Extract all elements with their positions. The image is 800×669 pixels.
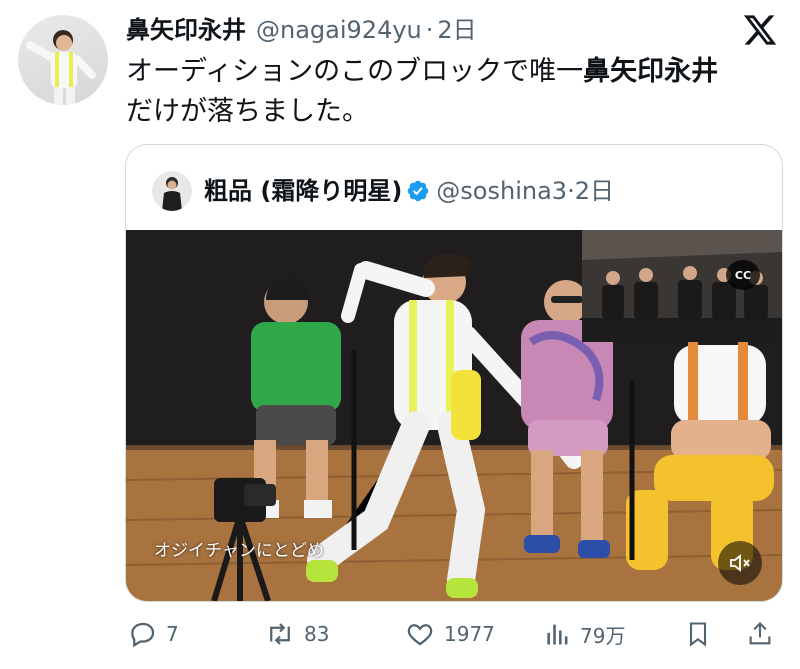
- quoted-header: 粗品 (霜降り明星) @soshina3·2日: [204, 173, 614, 213]
- bookmark-icon[interactable]: [684, 612, 720, 656]
- video-caption: オジイチャンにとどめ: [154, 541, 324, 561]
- tweet-text-suffix: だけが落ちました。: [126, 96, 369, 127]
- cc-icon[interactable]: CC: [726, 260, 760, 290]
- reply-count: 7: [166, 622, 179, 646]
- retweet-icon: [270, 623, 290, 645]
- like-icon: [407, 624, 433, 646]
- tweet-text: オーディションのこのブロックで唯一鼻矢印永井 だけが落ちました。: [126, 52, 776, 132]
- views-count: 79万: [580, 623, 626, 648]
- quoted-time-separator: ·: [567, 177, 575, 205]
- views-icon: [547, 624, 568, 645]
- reply-button[interactable]: 7: [128, 612, 179, 656]
- retweet-button[interactable]: 83: [264, 612, 329, 656]
- retweet-count: 83: [304, 622, 330, 646]
- share-icon[interactable]: [746, 612, 782, 656]
- tweet-text-prefix: オーディションのこのブロックで唯一: [126, 56, 584, 87]
- author-avatar[interactable]: [18, 15, 108, 105]
- verified-badge-icon: [406, 177, 430, 213]
- reply-icon: [131, 622, 155, 648]
- quoted-author-name[interactable]: 粗品 (霜降り明星): [204, 177, 402, 205]
- quoted-tweet-card[interactable]: 粗品 (霜降り明星) @soshina3·2日 CC オジイチャンにとどめ: [125, 144, 783, 602]
- time-separator: ·: [425, 16, 434, 44]
- video-player[interactable]: CC オジイチャンにとどめ: [126, 230, 782, 601]
- views-button[interactable]: 79万: [544, 612, 625, 656]
- like-count: 1977: [444, 622, 495, 646]
- like-button[interactable]: 1977: [404, 612, 495, 656]
- x-logo-icon[interactable]: [742, 12, 778, 48]
- author-name[interactable]: 鼻矢印永井: [126, 16, 246, 44]
- tweet-time[interactable]: 2日: [437, 16, 476, 44]
- quoted-time[interactable]: 2日: [575, 177, 614, 205]
- mute-icon[interactable]: [718, 541, 762, 585]
- quoted-author-avatar[interactable]: [152, 171, 192, 211]
- author-handle[interactable]: @nagai924yu: [256, 16, 422, 44]
- tweet-text-bold: 鼻矢印永井: [583, 56, 719, 87]
- action-bar: 7 83 1977 79万: [0, 612, 800, 656]
- tweet-header: 鼻矢印永井 @nagai924yu · 2日: [126, 14, 477, 46]
- avatar-figure: [26, 30, 96, 105]
- quoted-author-handle[interactable]: @soshina3: [436, 177, 567, 205]
